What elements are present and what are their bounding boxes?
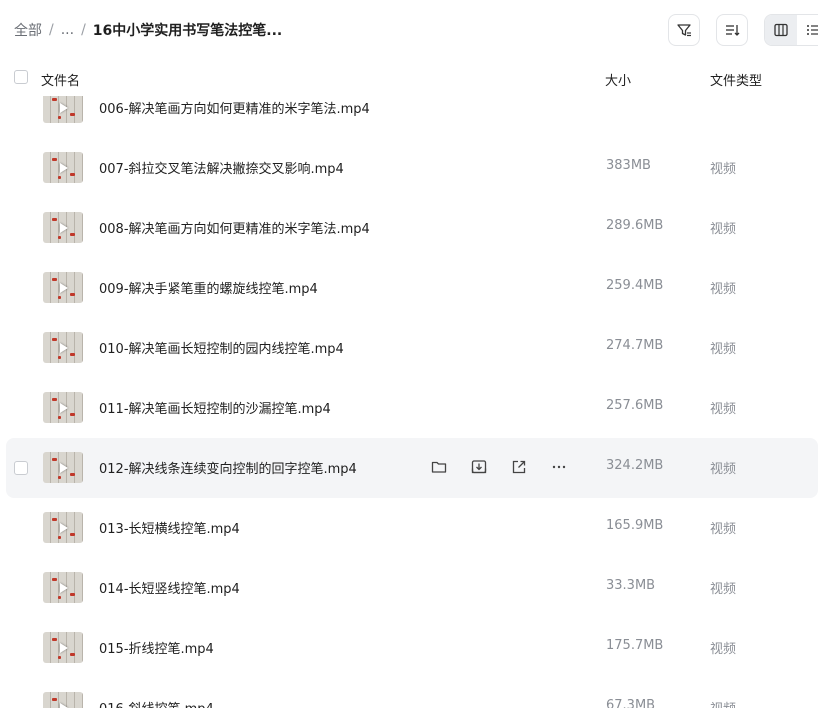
more-actions-button[interactable] bbox=[548, 456, 570, 478]
breadcrumb: 全部 / ... / 16中小学实用书写笔法控笔... bbox=[14, 20, 282, 40]
file-name[interactable]: 016-斜线控笔.mp4 bbox=[99, 698, 214, 708]
file-row[interactable]: 015-折线控笔.mp4 175.7MB 视频 bbox=[0, 618, 818, 678]
file-name[interactable]: 011-解决笔画长短控制的沙漏控笔.mp4 bbox=[99, 398, 331, 417]
file-name[interactable]: 007-斜拉交叉笔法解决撇捺交叉影响.mp4 bbox=[99, 158, 344, 177]
play-icon bbox=[60, 343, 68, 353]
file-row[interactable]: 014-长短竖线控笔.mp4 33.3MB 视频 bbox=[0, 558, 818, 618]
column-view-button[interactable] bbox=[765, 15, 797, 45]
file-name[interactable]: 010-解决笔画长短控制的园内线控笔.mp4 bbox=[99, 338, 344, 357]
file-name[interactable]: 006-解决笔画方向如何更精准的米字笔法.mp4 bbox=[99, 98, 370, 117]
play-icon bbox=[60, 223, 68, 233]
file-type: 视频 bbox=[710, 162, 737, 177]
file-type: 视频 bbox=[710, 222, 737, 237]
table-header: 文件名 大小 文件类型 bbox=[0, 60, 818, 96]
play-icon bbox=[60, 403, 68, 413]
play-icon bbox=[60, 703, 68, 708]
column-view-icon bbox=[774, 23, 788, 37]
file-row[interactable]: 009-解决手紧笔重的螺旋线控笔.mp4 259.4MB 视频 bbox=[0, 258, 818, 318]
video-thumbnail bbox=[43, 332, 83, 363]
file-name[interactable]: 009-解决手紧笔重的螺旋线控笔.mp4 bbox=[99, 278, 318, 297]
play-icon bbox=[60, 283, 68, 293]
file-size: 257.6MB bbox=[606, 398, 664, 413]
video-thumbnail bbox=[43, 572, 83, 603]
breadcrumb-separator: / bbox=[49, 22, 54, 38]
file-name[interactable]: 014-长短竖线控笔.mp4 bbox=[99, 578, 240, 597]
folder-icon bbox=[431, 461, 447, 473]
list-view-button[interactable] bbox=[797, 15, 818, 45]
file-type: 视频 bbox=[710, 282, 737, 297]
video-thumbnail bbox=[43, 692, 83, 708]
breadcrumb-ellipsis[interactable]: ... bbox=[61, 22, 74, 38]
breadcrumb-root[interactable]: 全部 bbox=[14, 20, 42, 40]
file-type: 视频 bbox=[710, 342, 737, 357]
file-name[interactable]: 013-长短横线控笔.mp4 bbox=[99, 518, 240, 537]
file-type: 视频 bbox=[710, 522, 737, 537]
view-mode-toggle bbox=[764, 14, 818, 46]
video-thumbnail bbox=[43, 452, 83, 483]
file-name[interactable]: 012-解决线条连续变向控制的回字控笔.mp4 bbox=[99, 458, 357, 477]
file-size: 175.7MB bbox=[606, 638, 664, 653]
filter-button[interactable] bbox=[668, 14, 700, 46]
file-type: 视频 bbox=[710, 582, 737, 597]
play-icon bbox=[60, 163, 68, 173]
video-thumbnail bbox=[43, 512, 83, 543]
file-row[interactable]: 010-解决笔画长短控制的园内线控笔.mp4 274.7MB 视频 bbox=[0, 318, 818, 378]
play-icon bbox=[60, 463, 68, 473]
column-header-type[interactable]: 文件类型 bbox=[710, 70, 762, 89]
file-size: 383MB bbox=[606, 158, 651, 173]
share-button[interactable] bbox=[508, 456, 530, 478]
column-header-name[interactable]: 文件名 bbox=[41, 70, 80, 89]
row-actions bbox=[428, 456, 588, 478]
file-name[interactable]: 008-解决笔画方向如何更精准的米字笔法.mp4 bbox=[99, 218, 370, 237]
file-size: 165.9MB bbox=[606, 518, 664, 533]
select-all-checkbox[interactable] bbox=[14, 70, 28, 84]
file-row[interactable]: 007-斜拉交叉笔法解决撇捺交叉影响.mp4 383MB 视频 bbox=[0, 138, 818, 198]
file-row[interactable]: 016-斜线控笔.mp4 67.3MB 视频 bbox=[0, 678, 818, 708]
file-name[interactable]: 015-折线控笔.mp4 bbox=[99, 638, 214, 657]
file-size: 324.2MB bbox=[606, 458, 664, 473]
file-size: 67.3MB bbox=[606, 698, 656, 708]
breadcrumb-separator: / bbox=[81, 22, 86, 38]
breadcrumb-current-folder: 16中小学实用书写笔法控笔... bbox=[92, 23, 283, 39]
file-type: 视频 bbox=[710, 698, 736, 708]
sort-button[interactable] bbox=[716, 14, 748, 46]
file-size: 259.4MB bbox=[606, 278, 664, 293]
more-icon bbox=[552, 465, 566, 469]
video-thumbnail bbox=[43, 212, 83, 243]
file-row[interactable]: 012-解决线条连续变向控制的回字控笔.mp4 324.2MB 视频 bbox=[6, 438, 818, 498]
file-size: 289.6MB bbox=[606, 218, 664, 233]
play-icon bbox=[60, 523, 68, 533]
open-folder-button[interactable] bbox=[428, 456, 450, 478]
sort-icon bbox=[726, 25, 740, 36]
download-button[interactable] bbox=[468, 456, 490, 478]
video-thumbnail bbox=[43, 392, 83, 423]
video-thumbnail bbox=[43, 96, 83, 123]
file-row[interactable]: 008-解决笔画方向如何更精准的米字笔法.mp4 289.6MB 视频 bbox=[0, 198, 818, 258]
file-size: 33.3MB bbox=[606, 578, 656, 593]
share-icon bbox=[512, 460, 526, 474]
download-icon bbox=[471, 460, 487, 474]
file-row[interactable]: 011-解决笔画长短控制的沙漏控笔.mp4 257.6MB 视频 bbox=[0, 378, 818, 438]
file-list: 006-解决笔画方向如何更精准的米字笔法.mp4 007-斜拉交叉笔法解决撇捺交… bbox=[0, 96, 818, 708]
list-view-icon bbox=[807, 25, 818, 35]
file-row[interactable]: 006-解决笔画方向如何更精准的米字笔法.mp4 bbox=[0, 96, 818, 138]
filter-icon bbox=[677, 24, 691, 37]
file-type: 视频 bbox=[710, 642, 737, 657]
video-thumbnail bbox=[43, 272, 83, 303]
play-icon bbox=[60, 583, 68, 593]
column-header-size[interactable]: 大小 bbox=[605, 70, 631, 89]
file-type: 视频 bbox=[710, 402, 737, 417]
play-icon bbox=[60, 643, 68, 653]
video-thumbnail bbox=[43, 632, 83, 663]
file-size: 274.7MB bbox=[606, 338, 664, 353]
file-row[interactable]: 013-长短横线控笔.mp4 165.9MB 视频 bbox=[0, 498, 818, 558]
play-icon bbox=[60, 103, 68, 113]
video-thumbnail bbox=[43, 152, 83, 183]
row-checkbox[interactable] bbox=[14, 461, 28, 475]
file-type: 视频 bbox=[710, 462, 737, 477]
